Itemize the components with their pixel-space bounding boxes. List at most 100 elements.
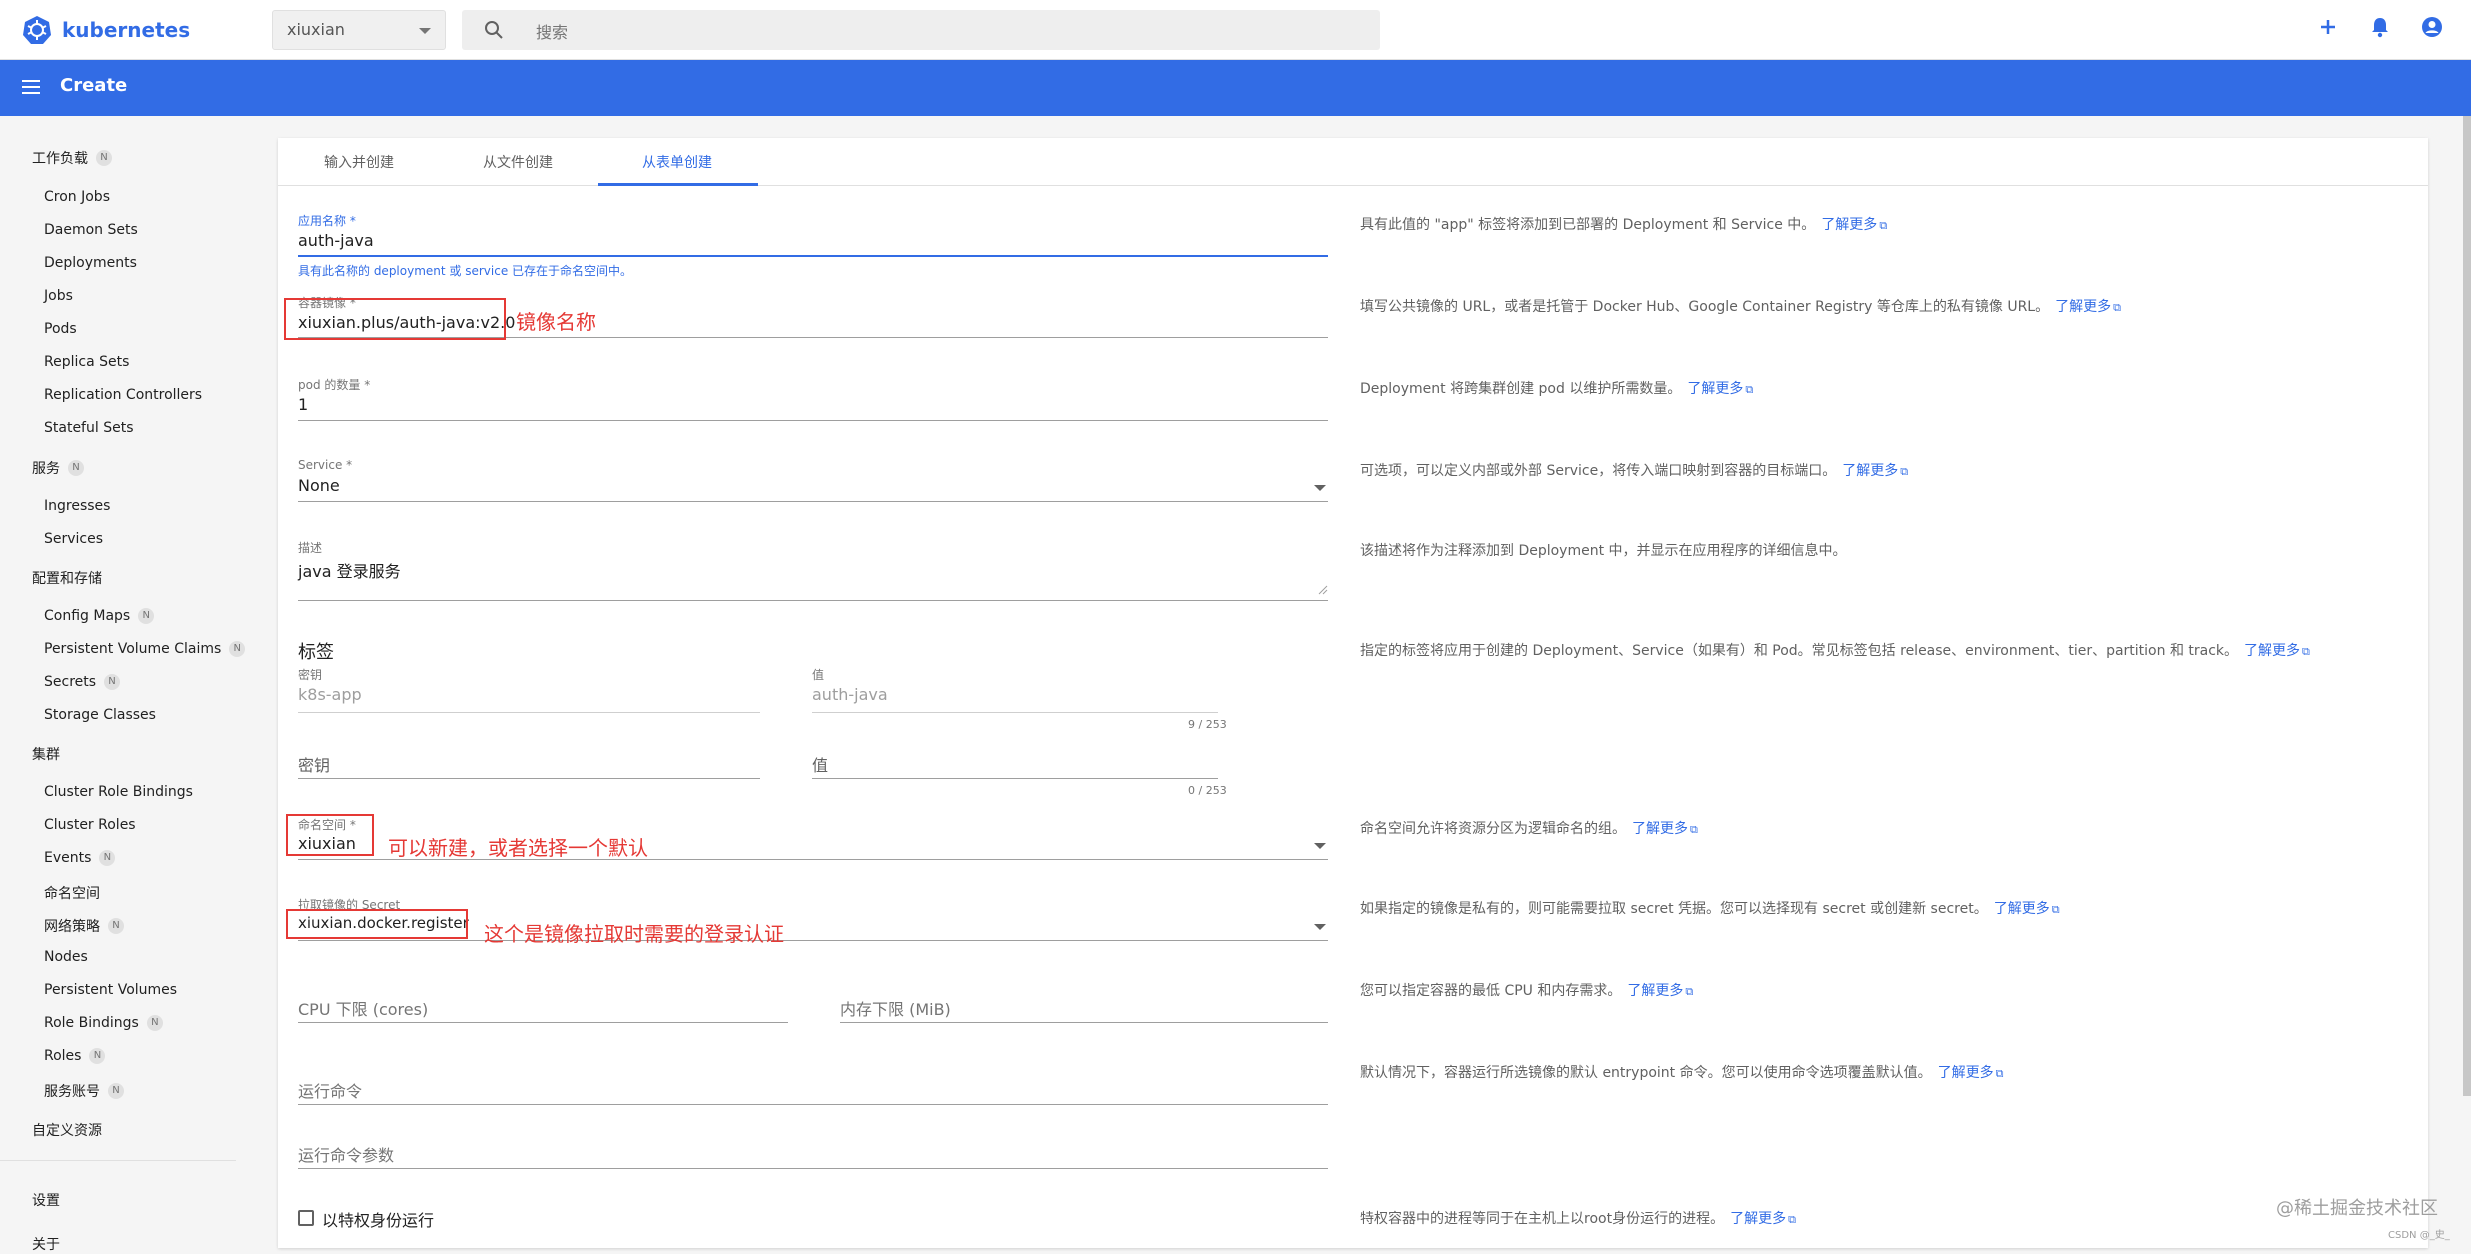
account-circle-icon[interactable] bbox=[2421, 16, 2443, 38]
sidebar-item-replication-controllers[interactable]: Replication Controllers bbox=[44, 387, 202, 403]
description-textarea[interactable]: java 登录服务 bbox=[298, 558, 401, 582]
sidebar-item-service-accounts[interactable]: 服务账号 N bbox=[44, 1081, 124, 1101]
chevron-down-icon[interactable] bbox=[1314, 485, 1326, 491]
sidebar-item-config-maps[interactable]: Config Maps N bbox=[44, 608, 155, 624]
pods-input[interactable]: 1 bbox=[298, 395, 308, 414]
annotation-box-secret bbox=[286, 909, 468, 939]
sidebar-item-about[interactable]: 关于 bbox=[32, 1234, 60, 1254]
tab-form-create[interactable]: 从表单创建 bbox=[642, 152, 712, 172]
sidebar-item-cron-jobs[interactable]: Cron Jobs bbox=[44, 189, 110, 205]
learn-more-link[interactable]: 了解更多 bbox=[1627, 983, 1683, 999]
chevron-down-icon[interactable] bbox=[1314, 924, 1326, 930]
sidebar: 工作负载 N Cron Jobs Daemon Sets Deployments… bbox=[0, 116, 270, 1253]
learn-more-link[interactable]: 了解更多 bbox=[1994, 901, 2050, 917]
sidebar-item-label: 服务账号 bbox=[44, 1084, 100, 1100]
sidebar-section-cluster[interactable]: 集群 bbox=[32, 744, 60, 764]
notifications-bell-icon[interactable] bbox=[2369, 16, 2391, 38]
sidebar-section-label: 配置和存储 bbox=[32, 571, 102, 587]
sidebar-section-custom-resources[interactable]: 自定义资源 bbox=[32, 1120, 102, 1140]
sidebar-section-workloads[interactable]: 工作负载 N bbox=[32, 148, 112, 168]
search-bar[interactable]: 搜索 bbox=[462, 10, 1380, 50]
sidebar-item-pods[interactable]: Pods bbox=[44, 321, 77, 337]
namespace-select-value: xiuxian bbox=[287, 20, 345, 39]
sidebar-item-label: Pods bbox=[44, 321, 77, 337]
chevron-down-icon[interactable] bbox=[1314, 843, 1326, 849]
help-text: 命名空间允许将资源分区为逻辑命名的组。 bbox=[1360, 821, 1626, 837]
sidebar-item-label: Secrets bbox=[44, 674, 97, 690]
top-bar: kubernetes xiuxian 搜索 bbox=[0, 0, 2471, 60]
sidebar-item-nodes[interactable]: Nodes bbox=[44, 949, 88, 965]
namespaced-badge: N bbox=[96, 150, 112, 166]
sidebar-item-services[interactable]: Services bbox=[44, 531, 103, 547]
sidebar-item-replica-sets[interactable]: Replica Sets bbox=[44, 354, 129, 370]
sidebar-item-label: Replica Sets bbox=[44, 354, 130, 370]
sidebar-item-ingresses[interactable]: Ingresses bbox=[44, 498, 110, 514]
sidebar-item-label: Ingresses bbox=[44, 498, 111, 514]
learn-more-link[interactable]: 了解更多 bbox=[1632, 821, 1688, 837]
sidebar-item-stateful-sets[interactable]: Stateful Sets bbox=[44, 420, 133, 436]
namespaced-badge: N bbox=[108, 918, 124, 934]
sidebar-item-namespaces[interactable]: 命名空间 bbox=[44, 883, 100, 903]
sidebar-section-label: 关于 bbox=[32, 1237, 60, 1253]
description-help: 该描述将作为注释添加到 Deployment 中，并显示在应用程序的详细信息中。 bbox=[1360, 540, 1847, 560]
open-in-new-icon: ⧉ bbox=[2113, 301, 2121, 314]
tab-file-create[interactable]: 从文件创建 bbox=[483, 152, 553, 172]
service-select[interactable]: None bbox=[298, 476, 340, 495]
sidebar-item-persistent-volumes[interactable]: Persistent Volumes bbox=[44, 982, 177, 998]
learn-more-link[interactable]: 了解更多 bbox=[1821, 217, 1877, 233]
label-value-input-2[interactable]: 值 bbox=[812, 752, 828, 776]
learn-more-link[interactable]: 了解更多 bbox=[1730, 1211, 1786, 1227]
sidebar-item-persistent-volume-claims[interactable]: Persistent Volume Claims N bbox=[44, 641, 246, 657]
learn-more-link[interactable]: 了解更多 bbox=[1938, 1065, 1994, 1081]
learn-more-link[interactable]: 了解更多 bbox=[2055, 299, 2111, 315]
args-input[interactable]: 运行命令参数 bbox=[298, 1142, 394, 1166]
annotation-secret: 这个是镜像拉取时需要的登录认证 bbox=[484, 922, 784, 946]
sidebar-item-roles[interactable]: Roles N bbox=[44, 1048, 106, 1064]
namespace-select[interactable]: xiuxian bbox=[272, 10, 446, 50]
sidebar-item-secrets[interactable]: Secrets N bbox=[44, 674, 121, 690]
namespaced-badge: N bbox=[104, 674, 121, 690]
add-icon[interactable] bbox=[2317, 16, 2339, 38]
app-name-input[interactable]: auth-java bbox=[298, 231, 374, 250]
sidebar-item-label: Deployments bbox=[44, 255, 137, 271]
open-in-new-icon: ⧉ bbox=[1900, 465, 1909, 478]
sidebar-item-jobs[interactable]: Jobs bbox=[44, 288, 73, 304]
sidebar-item-deployments[interactable]: Deployments bbox=[44, 255, 137, 271]
sidebar-item-storage-classes[interactable]: Storage Classes bbox=[44, 707, 156, 723]
kubernetes-logo-icon bbox=[23, 16, 51, 44]
labels-help: 指定的标签将应用于创建的 Deployment、Service（如果有）和 Po… bbox=[1360, 640, 2310, 660]
menu-icon[interactable] bbox=[22, 78, 42, 96]
open-in-new-icon: ⧉ bbox=[1685, 985, 1694, 998]
label-key-input-2[interactable]: 密钥 bbox=[298, 752, 330, 776]
label-key-input-1[interactable]: k8s-app bbox=[298, 685, 362, 704]
sidebar-item-label: Cluster Roles bbox=[44, 817, 136, 833]
pods-label: pod 的数量 * bbox=[298, 378, 371, 392]
command-input[interactable]: 运行命令 bbox=[298, 1078, 362, 1102]
memory-input[interactable]: 内存下限 (MiB) bbox=[840, 996, 951, 1020]
page-scrollbar[interactable] bbox=[2463, 116, 2471, 1096]
sidebar-item-label: Services bbox=[44, 531, 104, 547]
sidebar-item-network-policies[interactable]: 网络策略 N bbox=[44, 916, 124, 936]
sidebar-item-cluster-role-bindings[interactable]: Cluster Role Bindings bbox=[44, 784, 193, 800]
open-in-new-icon: ⧉ bbox=[1879, 219, 1888, 232]
sidebar-item-settings[interactable]: 设置 bbox=[32, 1190, 60, 1210]
cpu-input[interactable]: CPU 下限 (cores) bbox=[298, 996, 428, 1020]
sidebar-item-cluster-roles[interactable]: Cluster Roles bbox=[44, 817, 136, 833]
tab-input-create[interactable]: 输入并创建 bbox=[324, 152, 394, 172]
privileged-checkbox[interactable] bbox=[298, 1210, 314, 1226]
learn-more-link[interactable]: 了解更多 bbox=[2244, 643, 2300, 659]
sidebar-section-services[interactable]: 服务 N bbox=[32, 458, 84, 478]
sidebar-item-daemon-sets[interactable]: Daemon Sets bbox=[44, 222, 138, 238]
learn-more-link[interactable]: 了解更多 bbox=[1687, 381, 1743, 397]
learn-more-link[interactable]: 了解更多 bbox=[1842, 463, 1898, 479]
secret-help: 如果指定的镜像是私有的，则可能需要拉取 secret 凭据。您可以选择现有 se… bbox=[1360, 898, 2060, 918]
label-value-label: 值 bbox=[812, 668, 825, 682]
label-value-input-1[interactable]: auth-java bbox=[812, 685, 888, 704]
logo[interactable]: kubernetes bbox=[22, 15, 190, 45]
sidebar-divider bbox=[0, 1160, 236, 1161]
namespaced-badge: N bbox=[68, 460, 84, 476]
sidebar-item-role-bindings[interactable]: Role Bindings N bbox=[44, 1015, 163, 1031]
sidebar-section-config-storage[interactable]: 配置和存储 bbox=[32, 568, 102, 588]
sidebar-item-events[interactable]: Events N bbox=[44, 850, 116, 866]
resize-handle-icon[interactable] bbox=[1318, 585, 1328, 595]
